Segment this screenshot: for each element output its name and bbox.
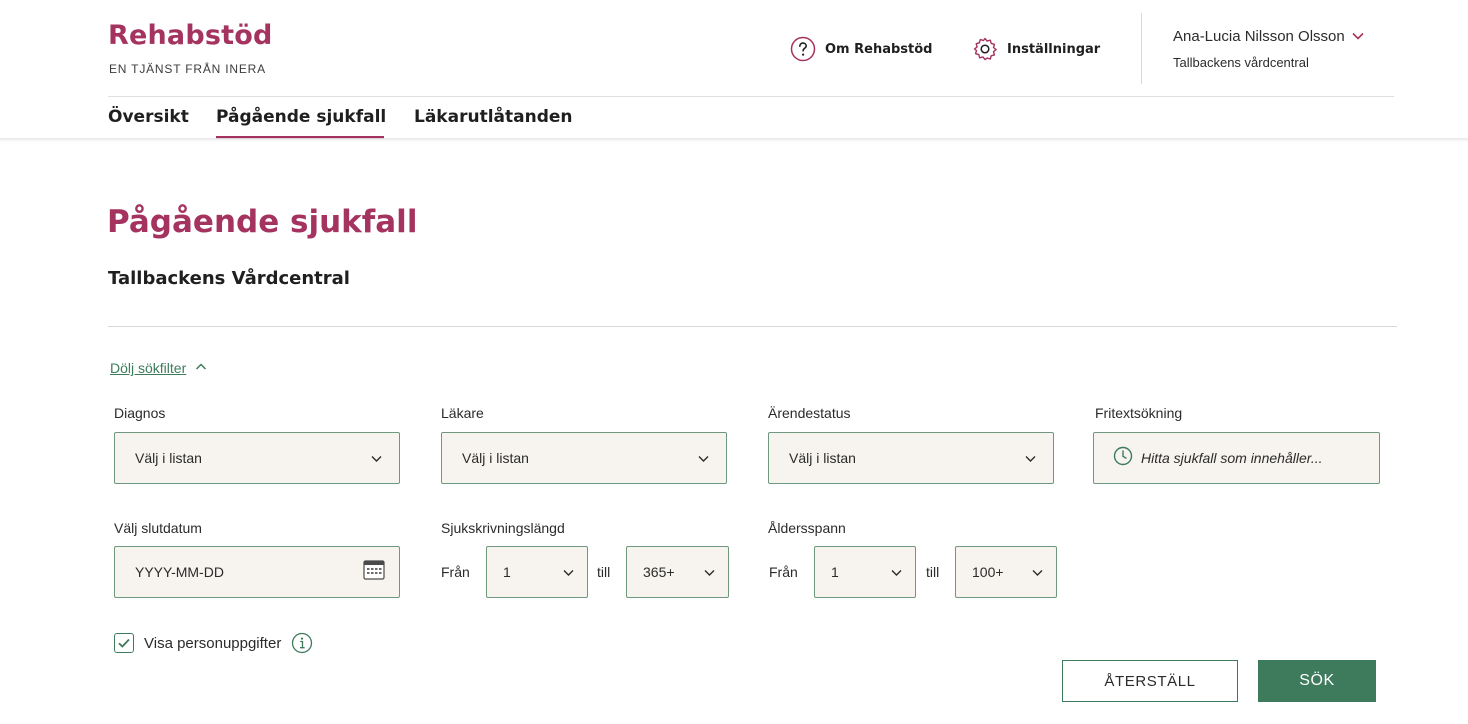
sjukskrivning-to-select[interactable]: 365+ — [626, 546, 729, 598]
info-icon[interactable] — [291, 632, 313, 654]
show-personal-data-row[interactable]: Visa personuppgifter — [114, 632, 313, 654]
hide-filter-label: Dölj sökfilter — [110, 360, 187, 376]
chevron-down-icon — [562, 566, 575, 579]
nav-shadow — [0, 138, 1468, 142]
alder-to-value: 100+ — [972, 564, 1004, 580]
show-personal-data-checkbox[interactable] — [114, 633, 134, 653]
sjukskrivning-from-value: 1 — [503, 564, 511, 580]
sjukskrivning-from-word: Från — [441, 564, 470, 580]
chevron-down-icon — [1024, 452, 1037, 465]
slutdatum-label: Välj slutdatum — [114, 520, 202, 536]
lakare-label: Läkare — [441, 405, 484, 421]
hide-filter-toggle[interactable]: Dölj sökfilter — [110, 360, 207, 376]
chevron-down-icon — [370, 452, 383, 465]
slutdatum-field[interactable] — [114, 546, 400, 598]
alder-to-word: till — [926, 564, 940, 580]
alder-from-select[interactable]: 1 — [814, 546, 916, 598]
question-circle-icon — [790, 36, 816, 62]
chevron-up-icon — [195, 360, 207, 376]
gear-icon — [972, 36, 998, 62]
chevron-down-icon[interactable] — [1351, 29, 1365, 48]
nav-item-oversikt[interactable]: Översikt — [108, 107, 189, 127]
about-link[interactable]: Om Rehabstöd — [790, 36, 932, 62]
header-divider — [1141, 13, 1142, 84]
diagnos-select[interactable]: Välj i listan — [114, 432, 400, 484]
diagnos-label: Diagnos — [114, 405, 166, 421]
sjukskrivning-to-value: 365+ — [643, 564, 675, 580]
arendestatus-select[interactable]: Välj i listan — [768, 432, 1054, 484]
calendar-icon[interactable] — [363, 559, 385, 585]
nav-item-lakarutlatanden[interactable]: Läkarutlåtanden — [414, 107, 573, 127]
arendestatus-value: Välj i listan — [789, 450, 856, 466]
alder-from-word: Från — [769, 564, 798, 580]
lakare-select[interactable]: Välj i listan — [441, 432, 727, 484]
chevron-down-icon — [697, 452, 710, 465]
user-unit: Tallbackens vårdcentral — [1173, 55, 1309, 70]
slutdatum-input[interactable] — [135, 564, 335, 580]
about-label: Om Rehabstöd — [825, 41, 933, 57]
user-name[interactable]: Ana-Lucia Nilsson Olsson — [1173, 28, 1345, 45]
settings-link[interactable]: Inställningar — [972, 36, 1100, 62]
fritext-label: Fritextsökning — [1095, 405, 1183, 421]
sjukskrivningslangd-label: Sjukskrivningslängd — [441, 520, 565, 536]
arendestatus-label: Ärendestatus — [768, 405, 851, 421]
lakare-value: Välj i listan — [462, 450, 529, 466]
app-logo-title[interactable]: Rehabstöd — [108, 20, 273, 51]
section-divider — [108, 326, 1397, 327]
sjukskrivning-from-select[interactable]: 1 — [486, 546, 588, 598]
fritext-search-input[interactable] — [1141, 450, 1367, 466]
app-logo-subtitle: EN TJÄNST FRÅN INERA — [109, 62, 266, 76]
fritext-search-field[interactable] — [1093, 432, 1380, 484]
clock-icon — [1113, 446, 1133, 471]
diagnos-value: Välj i listan — [135, 450, 202, 466]
header-divider-line — [108, 96, 1394, 97]
page-subtitle: Tallbackens Vårdcentral — [108, 268, 350, 289]
alder-to-select[interactable]: 100+ — [955, 546, 1057, 598]
alder-from-value: 1 — [831, 564, 839, 580]
aldersspann-label: Åldersspann — [768, 520, 846, 536]
chevron-down-icon — [1031, 566, 1044, 579]
page-title: Pågående sjukfall — [107, 204, 418, 240]
sjukskrivning-to-word: till — [597, 564, 611, 580]
search-button[interactable]: SÖK — [1258, 660, 1376, 702]
show-personal-data-label: Visa personuppgifter — [144, 634, 282, 652]
settings-label: Inställningar — [1007, 41, 1101, 57]
chevron-down-icon — [703, 566, 716, 579]
chevron-down-icon — [890, 566, 903, 579]
reset-button[interactable]: ÅTERSTÄLL — [1062, 660, 1238, 702]
nav-item-pagaende-sjukfall[interactable]: Pågående sjukfall — [216, 107, 386, 127]
